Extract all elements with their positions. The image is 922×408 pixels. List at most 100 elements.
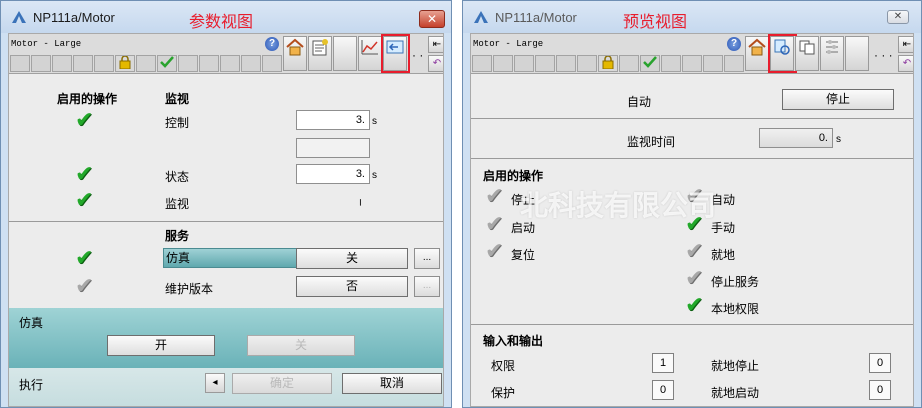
confirm-button[interactable]: 确定 — [232, 373, 332, 394]
faceplate-client: Motor - Large ? · · · ⇤ ↶ 启用的操作 监视 ✔ 控制 … — [8, 33, 444, 407]
status-slot — [31, 55, 51, 72]
io-header: 输入和输出 — [483, 334, 544, 348]
check-icon: ✔ — [75, 246, 94, 271]
parameter-icon[interactable] — [308, 36, 332, 71]
back-icon[interactable]: ↶ — [898, 55, 913, 72]
copy-icon[interactable] — [795, 36, 819, 71]
monitor-label: 监视 — [165, 197, 190, 211]
service-header: 服务 — [165, 229, 190, 243]
status-slots — [472, 55, 745, 72]
toolbar: Motor - Large ? · · · ⇤ ↶ — [9, 34, 443, 74]
simulation-value-button[interactable]: 关 — [296, 248, 408, 269]
status-slot — [577, 55, 597, 72]
status-slot — [472, 55, 492, 72]
stop-button[interactable]: 停止 — [782, 89, 894, 110]
monitor-indicator-icon[interactable]: ╷ — [357, 193, 364, 206]
monitor-time-field[interactable]: 0. — [759, 128, 833, 148]
status-slot — [619, 55, 639, 72]
separator — [471, 158, 913, 159]
empty-field[interactable] — [296, 138, 370, 158]
speaker-icon[interactable]: ◂ — [205, 373, 225, 393]
status-slot — [220, 55, 240, 72]
status-label: 状态 — [165, 170, 190, 184]
auto-label: 自动 — [627, 95, 652, 109]
enabled-ops-header: 启用的操作 — [57, 92, 118, 106]
status-value-field[interactable]: 3. — [296, 164, 370, 184]
io-local-start-value: 0 — [869, 380, 891, 400]
on-button[interactable]: 开 — [107, 335, 215, 356]
check-icon: ✔ — [75, 274, 94, 299]
title-bar[interactable]: NP111a/Motor 参数视图 ✕ — [1, 1, 451, 33]
io-local-start-label: 就地启动 — [711, 386, 760, 400]
pin-icon[interactable]: ⇤ — [898, 36, 913, 53]
window-title: NP111a/Motor — [33, 10, 115, 25]
status-slot — [241, 55, 261, 72]
maintenance-value-button[interactable]: 否 — [296, 276, 408, 297]
check-icon: ✔ — [485, 212, 504, 237]
highlight-box — [381, 34, 410, 73]
io-protection-value: 0 — [652, 380, 674, 400]
execute-panel: 执行 ◂ 确定 取消 — [9, 368, 443, 406]
app-logo-icon — [474, 11, 488, 23]
panel-label: 仿真 — [19, 316, 44, 330]
maintenance-more-button[interactable]: ... — [414, 276, 440, 297]
cancel-button[interactable]: 取消 — [342, 373, 442, 394]
toolbar-title: Motor - Large — [473, 39, 544, 49]
off-button[interactable]: 关 — [247, 335, 355, 356]
window-title: NP111a/Motor — [495, 10, 577, 25]
op-local-label: 就地 — [711, 248, 736, 262]
control-value-field[interactable]: 3. — [296, 110, 370, 130]
separator — [471, 324, 913, 325]
check-icon: ✔ — [75, 108, 94, 133]
close-button[interactable]: ✕ — [419, 10, 445, 28]
status-slot — [703, 55, 723, 72]
control-label: 控制 — [165, 116, 190, 130]
check-icon: ✔ — [685, 293, 704, 318]
separator — [9, 221, 443, 222]
check-icon: ✔ — [485, 239, 504, 264]
home-icon[interactable] — [283, 36, 307, 71]
simulation-more-button[interactable]: ... — [414, 248, 440, 269]
status-slot — [73, 55, 93, 72]
status-slot — [682, 55, 702, 72]
io-local-stop-label: 就地停止 — [711, 359, 760, 373]
status-slot — [724, 55, 744, 72]
more-icon[interactable]: · · · — [874, 48, 893, 62]
lock-icon[interactable] — [115, 55, 135, 72]
view-annotation: 预览视图 — [623, 12, 688, 31]
io-local-stop-value: 0 — [869, 353, 891, 373]
control-unit: s — [372, 116, 377, 127]
home-icon[interactable] — [745, 36, 769, 71]
lock-icon[interactable] — [598, 55, 618, 72]
check-icon: ✔ — [75, 162, 94, 187]
help-icon[interactable]: ? — [265, 37, 279, 51]
check-icon: ✔ — [485, 184, 504, 209]
back-icon[interactable]: ↶ — [428, 55, 443, 72]
settings-icon[interactable] — [820, 36, 844, 71]
simulation-label: 仿真 — [163, 248, 297, 268]
status-slots — [10, 55, 283, 72]
status-slot — [535, 55, 555, 72]
help-icon[interactable]: ? — [727, 37, 741, 51]
view-annotation: 参数视图 — [189, 12, 254, 31]
check-icon: ✔ — [685, 239, 704, 264]
status-slot — [94, 55, 114, 72]
status-slot — [493, 55, 513, 72]
close-button[interactable]: ✕ — [887, 10, 909, 24]
op-local-authority-label: 本地权限 — [711, 302, 760, 316]
title-bar[interactable]: NP111a/Motor 预览视图 ✕ — [463, 1, 921, 33]
status-slot — [178, 55, 198, 72]
parameter-view-window: NP111a/Motor 参数视图 ✕ Motor - Large ? · · … — [0, 0, 452, 408]
pin-icon[interactable]: ⇤ — [428, 36, 443, 53]
status-slot — [556, 55, 576, 72]
blank-button[interactable] — [333, 36, 357, 71]
io-authority-value: 1 — [652, 353, 674, 373]
status-slot — [10, 55, 30, 72]
toolbar: Motor - Large ? · · · ⇤ ↶ — [471, 34, 913, 74]
blank-button[interactable] — [845, 36, 869, 71]
io-protection-label: 保护 — [491, 386, 516, 400]
trend-icon[interactable] — [358, 36, 382, 71]
status-slot — [661, 55, 681, 72]
monitor-time-unit: s — [836, 134, 841, 145]
monitor-header: 监视 — [165, 92, 190, 106]
